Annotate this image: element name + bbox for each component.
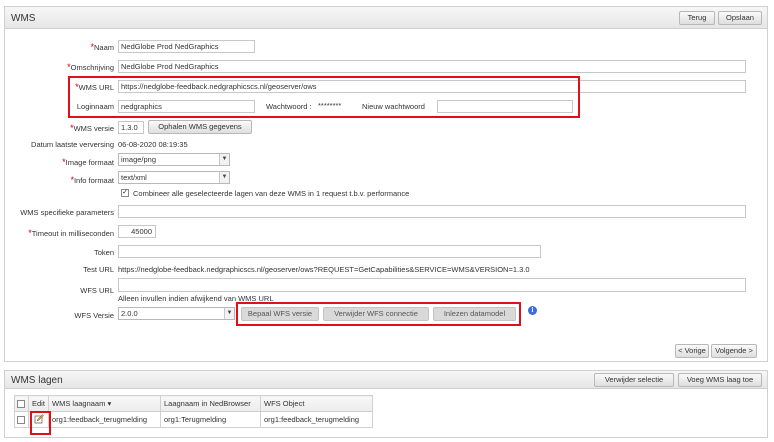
- next-button[interactable]: Volgende >: [711, 344, 757, 358]
- wfs-buttons-highlight: [236, 302, 521, 326]
- laagnaam-cell: org1:Terugmelding: [160, 411, 261, 428]
- prev-button[interactable]: < Vorige: [675, 344, 709, 358]
- back-button[interactable]: Terug: [679, 11, 715, 25]
- chevron-down-icon: ▼: [219, 172, 229, 183]
- add-wms-layer-button[interactable]: Voeg WMS laag toe: [678, 373, 762, 387]
- column-header-laagnaam: Laagnaam in NedBrowser: [160, 395, 261, 412]
- row-select-cell[interactable]: [14, 411, 29, 428]
- layers-table: Edit WMS laagnaam ▾ Laagnaam in NedBrows…: [14, 395, 373, 428]
- datum-label: Datum laatste verversing: [31, 140, 114, 149]
- chevron-down-icon: ▼: [224, 308, 234, 319]
- wfs-url-label: WFS URL: [80, 286, 114, 295]
- column-header-edit: Edit: [28, 395, 49, 412]
- panel-title: WMS: [11, 13, 36, 24]
- fetch-wms-button[interactable]: Ophalen WMS gegevens: [148, 120, 252, 134]
- wfs-url-input[interactable]: [118, 278, 746, 292]
- info-formaat-label: *Info formaat: [70, 175, 114, 185]
- info-formaat-value: text/xml: [121, 173, 147, 182]
- image-formaat-label: *Image formaat: [62, 157, 114, 167]
- combine-label: Combineer alle geselecteerde lagen van d…: [133, 189, 410, 198]
- info-formaat-select[interactable]: text/xml ▼: [118, 171, 230, 184]
- specifieke-label: WMS specifieke parameters: [20, 208, 114, 217]
- combine-checkbox[interactable]: ✓: [121, 189, 129, 197]
- select-all-header[interactable]: [14, 395, 29, 412]
- timeout-label: *Timeout in milliseconden: [28, 228, 114, 238]
- remove-selection-button[interactable]: Verwijder selectie: [594, 373, 674, 387]
- token-label: Token: [93, 248, 114, 257]
- select-all-checkbox[interactable]: [17, 399, 25, 408]
- omschrijving-input[interactable]: NedGlobe Prod NedGraphics: [118, 60, 746, 73]
- image-formaat-value: image/png: [121, 155, 157, 164]
- naam-input[interactable]: NedGlobe Prod NedGraphics: [118, 40, 255, 53]
- wfs-versie-value: 2.0.0: [121, 309, 138, 318]
- column-label-wms-laagnaam: WMS laagnaam: [52, 399, 106, 408]
- wms-versie-input[interactable]: 1.3.0: [118, 121, 144, 134]
- token-input[interactable]: [118, 245, 541, 258]
- timeout-input[interactable]: 45000: [118, 225, 156, 238]
- wfs-object-cell: org1:feedback_terugmelding: [260, 411, 373, 428]
- wms-laagnaam-cell: org1:feedback_terugmelding: [48, 411, 161, 428]
- naam-label: *Naam: [90, 42, 114, 52]
- row-checkbox[interactable]: [17, 415, 25, 424]
- table-row: org1:feedback_terugmelding org1:Terugmel…: [14, 411, 373, 428]
- info-icon[interactable]: i: [528, 306, 537, 315]
- layers-panel-title: WMS lagen: [11, 375, 63, 386]
- column-header-wfs-object: WFS Object: [260, 395, 373, 412]
- wms-panel-header: WMS Terug Opslaan: [5, 7, 767, 29]
- table-header-row: Edit WMS laagnaam ▾ Laagnaam in NedBrows…: [14, 395, 373, 412]
- test-url-value[interactable]: https://nedglobe-feedback.nedgraphicscs.…: [118, 265, 530, 274]
- chevron-down-icon: ▼: [219, 154, 229, 165]
- wfs-versie-select[interactable]: 2.0.0 ▼: [118, 307, 235, 320]
- omschrijving-label: *Omschrijving: [67, 62, 114, 72]
- edit-column-highlight: [30, 411, 51, 435]
- wms-lagen-header: WMS lagen Verwijder selectie Voeg WMS la…: [5, 371, 767, 389]
- test-url-label: Test URL: [83, 265, 114, 274]
- column-header-wms-laagnaam[interactable]: WMS laagnaam ▾: [48, 395, 161, 412]
- wms-versie-label: *WMS versie: [70, 123, 114, 133]
- specifieke-input[interactable]: [118, 205, 746, 218]
- url-login-highlight: [68, 76, 580, 118]
- wfs-versie-label: WFS Versie: [74, 311, 114, 320]
- image-formaat-select[interactable]: image/png ▼: [118, 153, 230, 166]
- sort-indicator-icon: ▾: [107, 399, 112, 408]
- save-button[interactable]: Opslaan: [718, 11, 762, 25]
- datum-value: 06-08-2020 08:19:35: [118, 140, 188, 149]
